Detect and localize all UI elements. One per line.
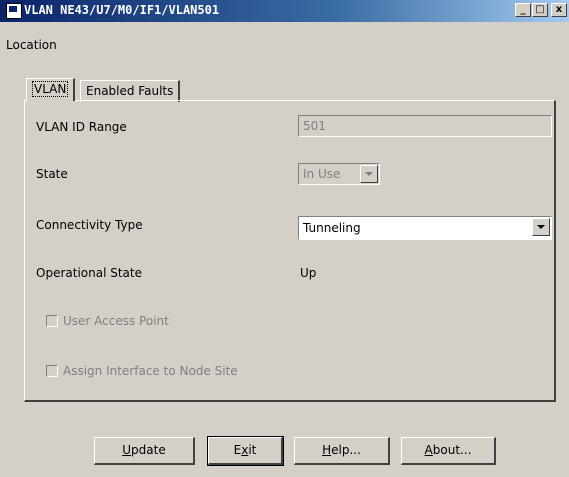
maximize-button[interactable]: □: [532, 3, 548, 17]
exit-button-mnemonic: x: [241, 443, 249, 457]
tab-vlan[interactable]: VLAN: [26, 78, 76, 101]
operational-state-label: Operational State: [36, 266, 142, 280]
assign-interface-label: Assign Interface to Node Site: [63, 364, 238, 378]
chevron-down-icon: [360, 165, 378, 183]
about-button[interactable]: About...: [401, 437, 496, 465]
state-value: In Use: [303, 167, 341, 181]
update-button[interactable]: Update: [94, 437, 195, 465]
title-bar[interactable]: VLAN NE43/U7/M0/IF1/VLAN501 _ □ x: [0, 0, 569, 22]
user-access-point-label: User Access Point: [63, 314, 169, 328]
app-icon[interactable]: [6, 3, 22, 19]
menu-bar: Location: [0, 36, 569, 54]
tab-enabled-faults[interactable]: Enabled Faults: [80, 80, 181, 102]
close-button[interactable]: x: [551, 3, 567, 17]
vlan-id-range-field: 501: [298, 115, 552, 137]
user-access-point-checkbox: User Access Point: [46, 314, 169, 328]
checkbox-box: [46, 315, 58, 327]
tab-vlan-label: VLAN: [32, 81, 69, 97]
help-button[interactable]: Help...: [294, 437, 390, 465]
assign-interface-checkbox: Assign Interface to Node Site: [46, 364, 238, 378]
chevron-down-icon[interactable]: [532, 218, 550, 236]
state-dropdown: In Use: [298, 163, 380, 185]
minimize-button[interactable]: _: [515, 3, 531, 17]
menu-location[interactable]: Location: [6, 38, 57, 52]
operational-state-value: Up: [300, 266, 317, 280]
state-label: State: [36, 167, 68, 181]
about-button-mnemonic: A: [424, 443, 433, 457]
window-title: VLAN NE43/U7/M0/IF1/VLAN501: [24, 3, 220, 17]
tab-enabled-faults-label: Enabled Faults: [86, 84, 174, 98]
help-button-mnemonic: H: [322, 443, 332, 457]
checkbox-box: [46, 365, 58, 377]
exit-button[interactable]: Exit: [207, 436, 284, 466]
vlan-id-range-label: VLAN ID Range: [36, 120, 127, 134]
connectivity-type-value: Tunneling: [303, 221, 361, 235]
connectivity-type-label: Connectivity Type: [36, 218, 143, 232]
connectivity-type-dropdown[interactable]: Tunneling: [298, 216, 552, 240]
tab-panel: [24, 100, 556, 402]
update-button-mnemonic: U: [122, 443, 132, 457]
